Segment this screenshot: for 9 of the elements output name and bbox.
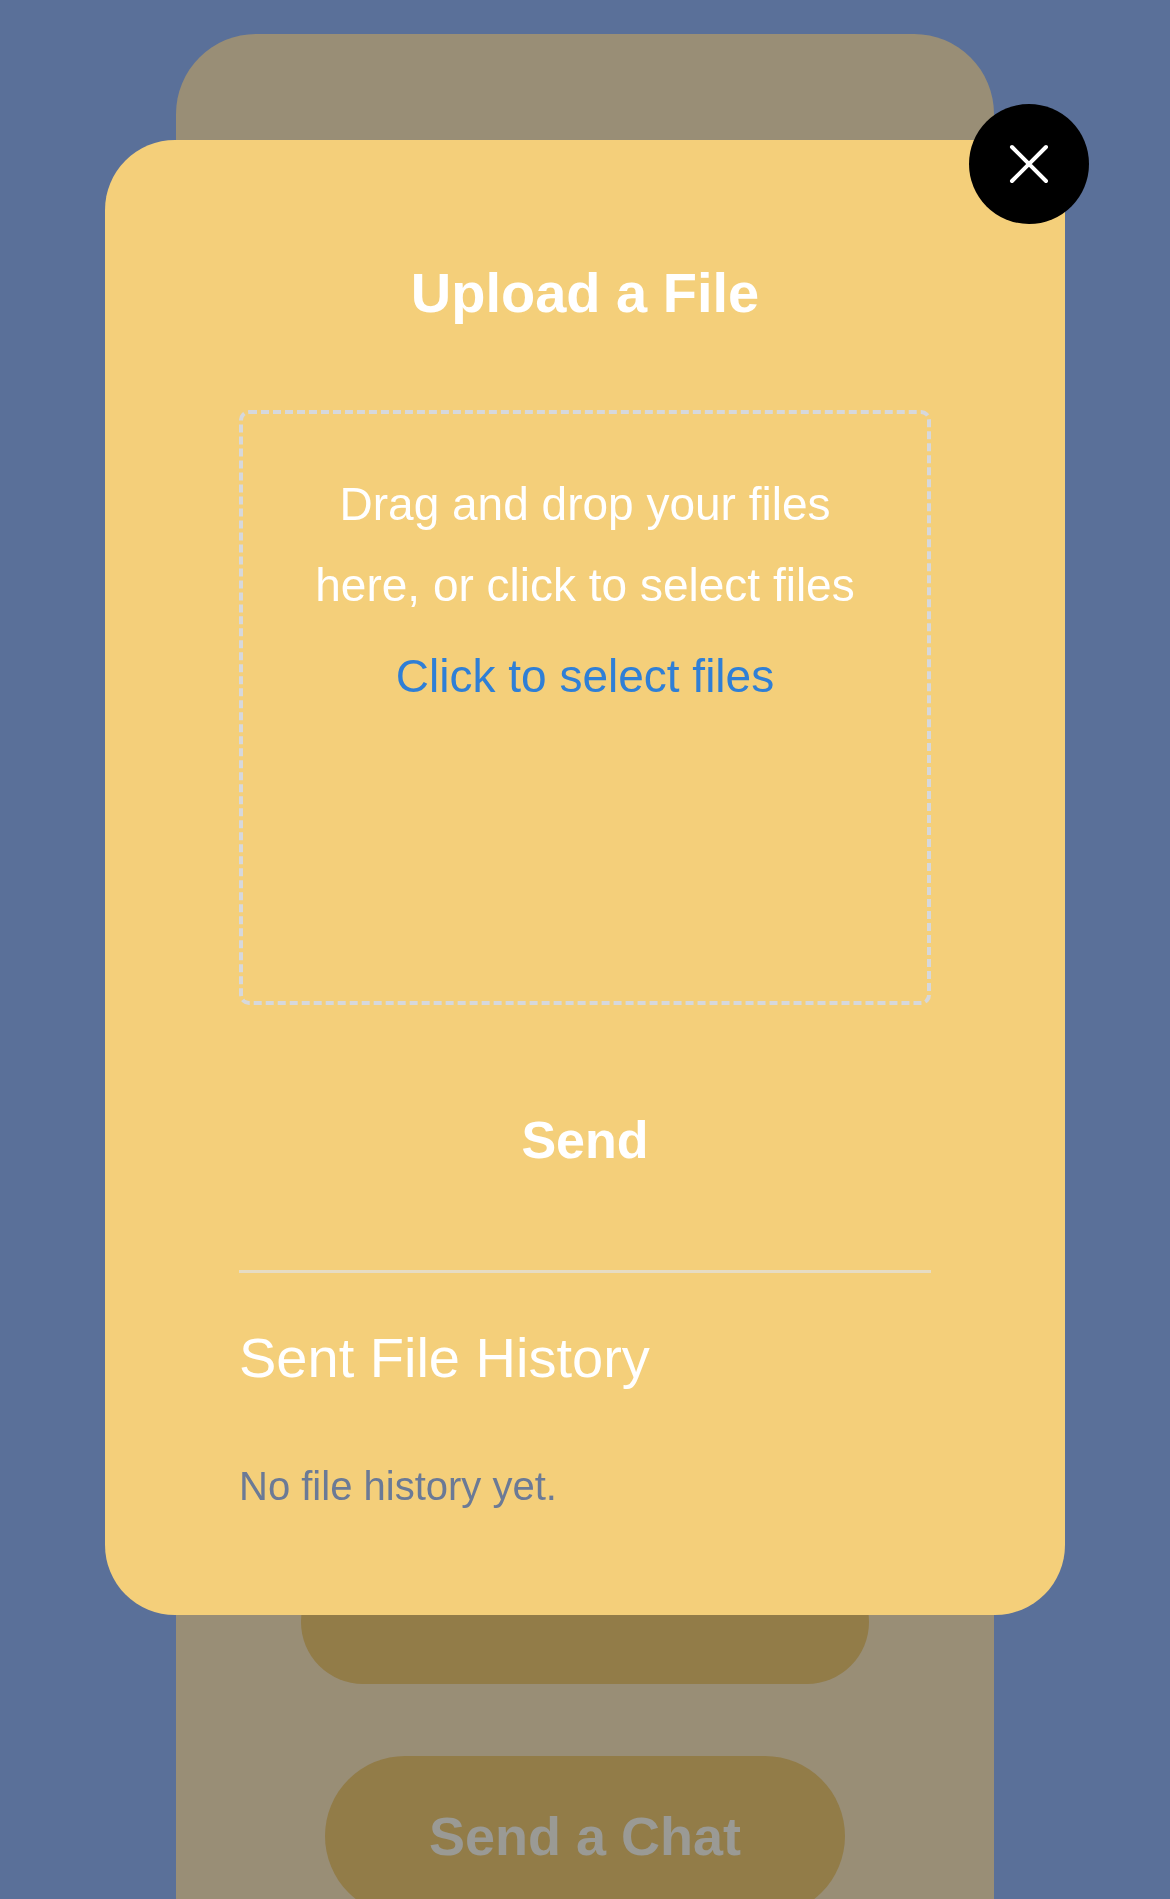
send-button[interactable]: Send <box>505 1105 665 1175</box>
empty-history-text: No file history yet. <box>239 1463 558 1510</box>
history-title: Sent File History <box>239 1325 651 1391</box>
select-files-link[interactable]: Click to select files <box>395 644 775 708</box>
drop-zone[interactable]: Drag and drop your files here, or click to select files Click to select files <box>239 410 931 1005</box>
drop-instructions: Drag and drop your files here, or click to select files <box>315 477 855 613</box>
chat-button[interactable]: Send a Chat <box>325 1756 845 1899</box>
close-icon <box>1009 144 1049 184</box>
modal-title: Upload a File <box>409 260 761 326</box>
